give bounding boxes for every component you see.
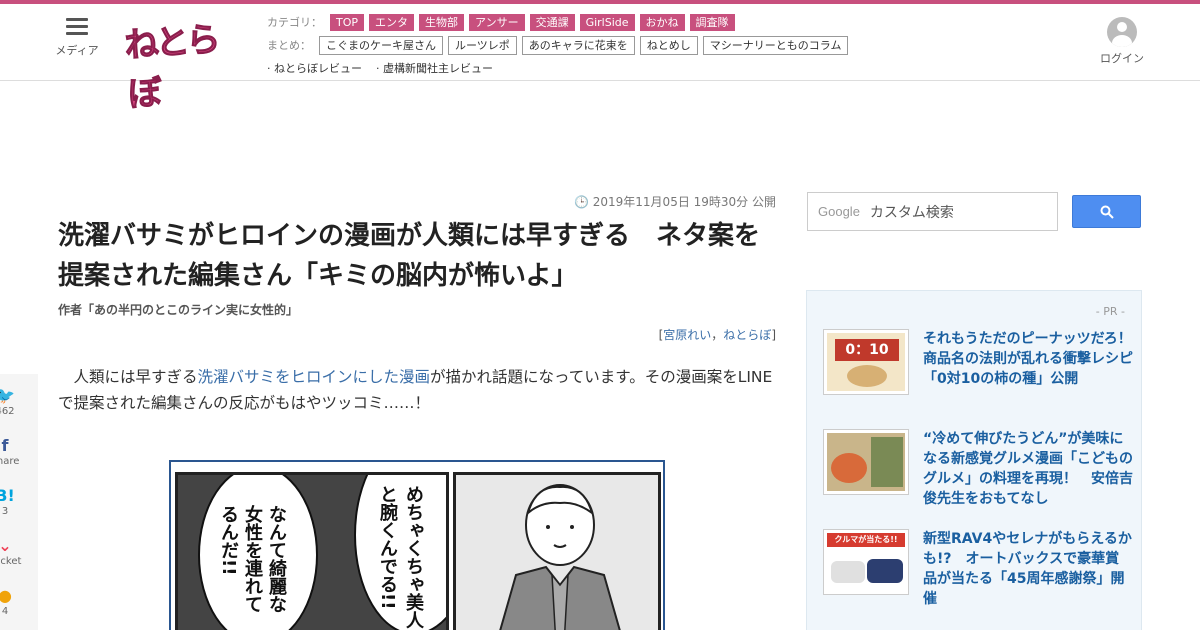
- comment-icon: ●: [0, 586, 12, 605]
- share-bar: 🐦 462 f Share B! 3 ⌄ Pocket ● 4: [0, 374, 38, 630]
- comic-mid-text: めちゃくちゃ美人と腕くんでる!!: [377, 485, 424, 629]
- article-lead: 人類には早すぎる洗濯バサミをヒロインにした漫画が描かれ話題になっています。その漫…: [58, 364, 776, 416]
- article-byline: [宮原れい，ねとらぼ]: [560, 326, 776, 343]
- comment-button[interactable]: ● 4: [0, 586, 22, 617]
- pocket-icon: ⌄: [0, 536, 12, 555]
- facebook-share-button[interactable]: f Share: [0, 436, 22, 467]
- category-label: カテゴリ：: [267, 16, 322, 29]
- pr-label: - PR -: [1095, 305, 1125, 318]
- pr-box: - PR - 0：10 それもうただのピーナッツだろ！ 商品名の法則が乱れる衝撃…: [806, 290, 1146, 630]
- login-label: ログイン: [1100, 52, 1144, 65]
- share-count: 4: [1, 606, 9, 617]
- category-tag-okane[interactable]: おかね: [639, 13, 685, 31]
- author-link[interactable]: 宮原れい: [663, 328, 711, 342]
- pocket-share-button[interactable]: ⌄ Pocket: [0, 536, 22, 567]
- logo-text: ねとらぼ: [123, 19, 220, 115]
- matome-tag[interactable]: あのキャラに花束を: [521, 35, 635, 55]
- pr-thumb-caption: クルマが当たる!!: [827, 533, 905, 547]
- site-link[interactable]: ねとらぼ: [723, 328, 771, 342]
- pr-title: “冷めて伸びたうどん”が美味になる新感覚グルメ漫画「こどものグルメ」の料理を再現…: [923, 431, 1133, 507]
- share-count: Share: [0, 456, 20, 467]
- search-placeholder: カスタム検索: [869, 204, 954, 221]
- pr-item[interactable]: クルマが当たる!! 新型RAV4やセレナがもらえるかも!? オートバックスで豪華…: [823, 529, 1133, 619]
- comic-panel-left: なんて綺麗な女性を連れてるんだ!! めちゃくちゃ美人と腕くんでる!!: [175, 472, 449, 630]
- article-title: 洗濯バサミがヒロインの漫画が人類には早すぎる ネタ案を提案された編集さん「キミの…: [58, 221, 761, 291]
- category-tag-chousatai[interactable]: 調査隊: [689, 13, 735, 31]
- hamburger-icon: [66, 18, 88, 36]
- byline-sep: ，: [711, 328, 724, 342]
- google-brand: Google: [818, 204, 860, 219]
- matome-tag[interactable]: ねとめし: [639, 35, 698, 55]
- share-count: Pocket: [0, 556, 22, 567]
- matome-label: まとめ：: [267, 39, 311, 52]
- pr-thumb-caption: 0：10: [835, 339, 899, 361]
- comic-panel-right: [453, 472, 661, 630]
- header-nav: カテゴリ： TOP エンタ 生物部 アンサー 交通課 GirlSide おかね …: [267, 11, 867, 78]
- category-tag-koutsuka[interactable]: 交通課: [529, 13, 575, 31]
- hatena-icon: B!: [0, 486, 15, 505]
- facebook-icon: f: [1, 436, 9, 455]
- pr-thumbnail: クルマが当たる!!: [823, 529, 909, 595]
- publish-date-text: 2019年11月05日 19時30分 公開: [592, 195, 776, 209]
- comic-image[interactable]: なんて綺麗な女性を連れてるんだ!! めちゃくちゃ美人と腕くんでる!!: [169, 460, 665, 630]
- pr-item[interactable]: 0：10 それもうただのピーナッツだろ！ 商品名の法則が乱れる衝撃レシピ「0対1…: [823, 329, 1146, 419]
- search-icon: [1100, 205, 1114, 219]
- search-button[interactable]: [1072, 195, 1141, 228]
- category-tag-top[interactable]: TOP: [330, 13, 365, 31]
- search-input[interactable]: Google カスタム検索: [807, 192, 1058, 231]
- twitter-icon: 🐦: [0, 386, 15, 405]
- site-logo[interactable]: ねとらぼ: [123, 12, 240, 115]
- pr-title: それもうただのピーナッツだろ！ 商品名の法則が乱れる衝撃レシピ「0対10の柿の種…: [923, 331, 1146, 387]
- lead-text-pre: 人類には早すぎる: [73, 368, 198, 386]
- matome-row: まとめ： こぐまのケーキ屋さん ルーツレポ あのキャラに花束を ねとめし マシー…: [267, 34, 867, 56]
- menu-label: メディア: [55, 44, 99, 57]
- pr-thumbnail: 0：10: [823, 329, 909, 395]
- pr-item[interactable]: “冷めて伸びたうどん”が美味になる新感覚グルメ漫画「こどものグルメ」の料理を再現…: [823, 429, 1133, 519]
- article-subtitle: 作者「あの半円のとこのライン実に女性的」: [58, 303, 299, 317]
- review-links: · ねとらぼレビュー · 虚構新聞社主レビュー: [267, 58, 867, 78]
- menu-button[interactable]: メディア: [52, 18, 102, 58]
- category-tag-seibutsubu[interactable]: 生物部: [419, 13, 465, 31]
- review-link[interactable]: · ねとらぼレビュー: [267, 60, 362, 76]
- lead-link[interactable]: 洗濯バサミをヒロインにした漫画: [198, 368, 431, 386]
- category-tag-enta[interactable]: エンタ: [369, 13, 415, 31]
- share-count: 462: [0, 406, 15, 417]
- pr-thumbnail: [823, 429, 909, 495]
- category-tag-answer[interactable]: アンサー: [469, 13, 525, 31]
- comic-left-text: なんて綺麗な女性を連れてるんだ!!: [218, 505, 287, 613]
- matome-tag[interactable]: ルーツレポ: [448, 35, 517, 55]
- site-header: メディア ねとらぼ カテゴリ： TOP エンタ 生物部 アンサー 交通課 Gir…: [0, 4, 1200, 115]
- matome-tag[interactable]: こぐまのケーキ屋さん: [319, 35, 443, 55]
- publish-date: 🕒 2019年11月05日 19時30分 公開: [560, 193, 776, 210]
- twitter-share-button[interactable]: 🐦 462: [0, 386, 22, 417]
- user-avatar-icon: [1107, 17, 1137, 47]
- review-link[interactable]: · 虚構新聞社主レビュー: [376, 60, 493, 76]
- login-button[interactable]: ログイン: [1096, 17, 1148, 66]
- category-tag-girlside[interactable]: GirlSide: [579, 13, 635, 31]
- clock-icon: 🕒: [573, 195, 589, 209]
- pr-title: 新型RAV4やセレナがもらえるかも!? オートバックスで豪華賞品が当たる「45周…: [923, 531, 1132, 607]
- comic-character-drawing: [456, 475, 658, 630]
- category-row: カテゴリ： TOP エンタ 生物部 アンサー 交通課 GirlSide おかね …: [267, 11, 867, 33]
- hatena-share-button[interactable]: B! 3: [0, 486, 22, 517]
- byline-close: ]: [771, 328, 776, 342]
- share-count: 3: [1, 506, 9, 517]
- matome-tag[interactable]: マシーナリーとものコラム: [702, 35, 849, 55]
